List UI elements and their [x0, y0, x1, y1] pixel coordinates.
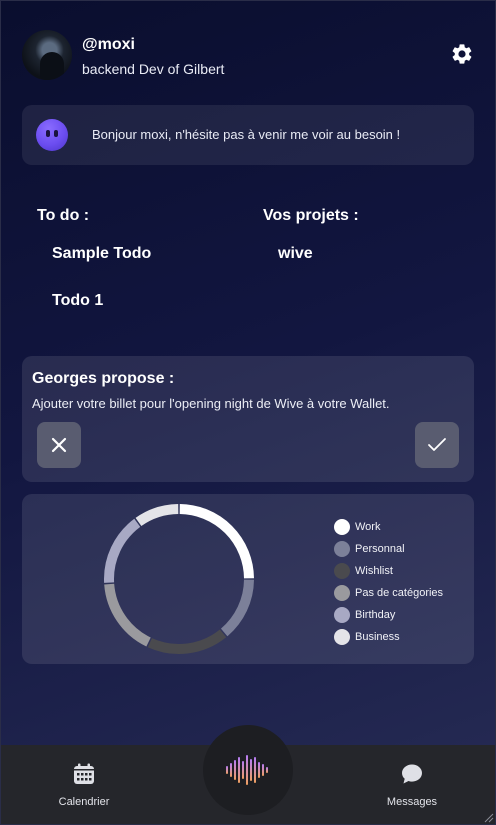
legend-swatch	[334, 585, 350, 601]
todo-item[interactable]: Todo 1	[52, 292, 103, 310]
donut-slice-birthday	[104, 518, 141, 583]
chat-bubble-icon	[402, 764, 422, 784]
voice-assistant-button[interactable]	[203, 725, 293, 815]
legend-label: Work	[355, 521, 381, 533]
check-icon	[428, 438, 446, 451]
legend-item: Business	[334, 626, 443, 648]
calendar-icon	[74, 763, 94, 784]
assistant-greeting: Bonjour moxi, n'hésite pas à venir me vo…	[22, 105, 474, 165]
resize-grip-icon[interactable]	[482, 811, 494, 823]
legend-label: Personnal	[355, 543, 405, 555]
legend-label: Pas de catégories	[355, 587, 444, 599]
legend-swatch	[334, 541, 350, 557]
proposal-title: Georges propose :	[32, 370, 175, 387]
nav-messages-label: Messages	[386, 796, 438, 808]
profile-header: @moxi backend Dev of Gilbert	[22, 30, 474, 80]
legend-swatch	[334, 519, 350, 535]
legend-item: Pas de catégories	[334, 582, 443, 604]
bot-avatar-icon	[36, 119, 68, 151]
proposal-text: Ajouter votre billet pour l'opening nigh…	[32, 396, 390, 411]
project-item[interactable]: wive	[278, 245, 313, 263]
legend-swatch	[334, 563, 350, 579]
close-icon	[51, 437, 67, 453]
donut-slice-work	[179, 504, 254, 579]
category-chart-card: Work Personnal Wishlist Pas de catégories Bi…	[22, 494, 474, 664]
chart-legend: Work Personnal Wishlist Pas de catégories Bi…	[334, 516, 443, 648]
legend-item: Personnal	[334, 538, 443, 560]
legend-swatch	[334, 629, 350, 645]
todo-item[interactable]: Sample Todo	[52, 245, 151, 263]
projects-title: Vos projets :	[263, 207, 359, 224]
username: @moxi	[82, 36, 135, 53]
legend-item: Work	[334, 516, 443, 538]
donut-slice-wishlist	[147, 629, 227, 654]
donut-slice-personnal	[220, 579, 254, 637]
sound-wave-icon	[226, 755, 268, 785]
donut-chart	[104, 504, 254, 654]
nav-messages[interactable]: Messages	[362, 745, 462, 825]
donut-slice-business	[135, 504, 179, 527]
legend-label: Wishlist	[355, 565, 393, 577]
legend-item: Wishlist	[334, 560, 443, 582]
legend-swatch	[334, 607, 350, 623]
nav-calendar-label: Calendrier	[58, 796, 110, 808]
donut-slice-pas-de-cat-gories	[104, 583, 151, 647]
legend-label: Birthday	[355, 609, 396, 621]
nav-calendar[interactable]: Calendrier	[34, 745, 134, 825]
accept-button[interactable]	[415, 422, 459, 468]
gear-icon[interactable]	[450, 42, 474, 66]
todo-title: To do :	[37, 207, 90, 224]
reject-button[interactable]	[37, 422, 81, 468]
legend-item: Birthday	[334, 604, 443, 626]
legend-label: Business	[355, 631, 400, 643]
proposal-card: Georges propose : Ajouter votre billet p…	[22, 356, 474, 482]
avatar[interactable]	[22, 30, 72, 80]
user-subtitle: backend Dev of Gilbert	[82, 61, 225, 77]
greeting-text: Bonjour moxi, n'hésite pas à venir me vo…	[92, 127, 401, 142]
